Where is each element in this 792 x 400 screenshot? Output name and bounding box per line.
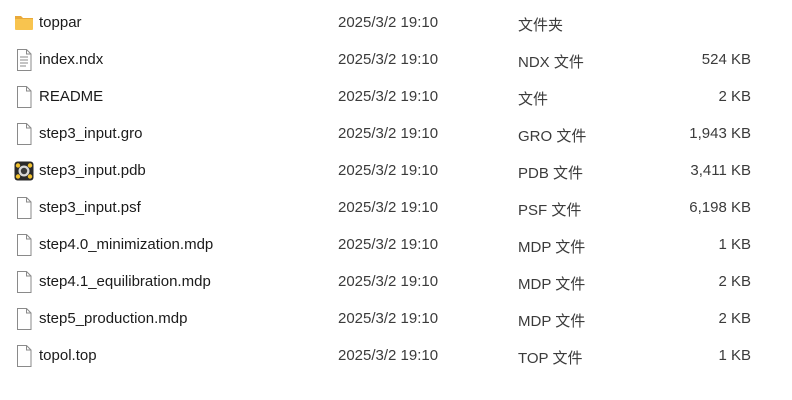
file-row[interactable]: step3_input.psf 2025/3/2 19:10 PSF 文件 6,198… (0, 190, 792, 227)
text-file-icon (14, 48, 34, 72)
file-type: MDP 文件 (518, 276, 586, 293)
file-list: toppar 2025/3/2 19:10 文件夹 index.ndx 2025/3/2… (0, 0, 792, 400)
file-modified-date: 2025/3/2 19:10 (338, 51, 439, 68)
file-name: step3_input.gro (39, 125, 143, 142)
file-name: step5_production.mdp (39, 310, 188, 327)
file-modified-date: 2025/3/2 19:10 (338, 162, 439, 179)
folder-icon (14, 11, 34, 35)
file-type: MDP 文件 (518, 239, 586, 256)
file-name: topol.top (39, 347, 97, 364)
file-name: index.ndx (39, 51, 104, 68)
file-size: 2 KB (718, 88, 751, 105)
file-modified-date: 2025/3/2 19:10 (338, 14, 439, 31)
file-size: 1 KB (718, 347, 751, 364)
file-type: PSF 文件 (518, 202, 582, 219)
file-modified-date: 2025/3/2 19:10 (338, 88, 439, 105)
file-modified-date: 2025/3/2 19:10 (338, 125, 439, 142)
file-name: step3_input.pdb (39, 162, 146, 179)
file-icon (14, 307, 34, 331)
file-modified-date: 2025/3/2 19:10 (338, 199, 439, 216)
file-type: TOP 文件 (518, 350, 583, 367)
file-size: 1,943 KB (689, 125, 751, 142)
file-row[interactable]: step5_production.mdp 2025/3/2 19:10 MDP 文件… (0, 301, 792, 338)
file-type: 文件夹 (518, 17, 564, 34)
file-modified-date: 2025/3/2 19:10 (338, 236, 439, 253)
file-size: 524 KB (701, 51, 751, 68)
file-name: toppar (39, 14, 82, 31)
file-type: GRO 文件 (518, 128, 587, 145)
file-row[interactable]: toppar 2025/3/2 19:10 文件夹 (0, 5, 792, 42)
file-row[interactable]: README 2025/3/2 19:10 文件 2 KB (0, 79, 792, 116)
file-type: NDX 文件 (518, 54, 584, 71)
file-icon (14, 196, 34, 220)
file-modified-date: 2025/3/2 19:10 (338, 347, 439, 364)
file-name: step4.1_equilibration.mdp (39, 273, 211, 290)
file-name: README (39, 88, 104, 105)
file-size: 2 KB (718, 273, 751, 290)
file-type: MDP 文件 (518, 313, 586, 330)
file-type: 文件 (518, 91, 549, 108)
file-modified-date: 2025/3/2 19:10 (338, 273, 439, 290)
file-icon (14, 122, 34, 146)
file-row[interactable]: index.ndx 2025/3/2 19:10 NDX 文件 524 KB (0, 42, 792, 79)
file-size: 1 KB (718, 236, 751, 253)
file-row[interactable]: step3_input.pdb 2025/3/2 19:10 PDB 文件 3,411… (0, 153, 792, 190)
file-size: 2 KB (718, 310, 751, 327)
file-type: PDB 文件 (518, 165, 584, 182)
file-row[interactable]: topol.top 2025/3/2 19:10 TOP 文件 1 KB (0, 338, 792, 375)
file-name: step4.0_minimization.mdp (39, 236, 214, 253)
file-name: step3_input.psf (39, 199, 141, 216)
file-row[interactable]: step3_input.gro 2025/3/2 19:10 GRO 文件 1,943… (0, 116, 792, 153)
file-icon (14, 85, 34, 109)
file-size: 3,411 KB (690, 162, 751, 179)
file-size: 6,198 KB (689, 199, 751, 216)
file-row[interactable]: step4.0_minimization.mdp 2025/3/2 19:10 MD… (0, 227, 792, 264)
file-icon (14, 233, 34, 257)
file-modified-date: 2025/3/2 19:10 (338, 310, 439, 327)
file-icon (14, 344, 34, 368)
file-icon (14, 270, 34, 294)
file-row[interactable]: step4.1_equilibration.mdp 2025/3/2 19:10 M… (0, 264, 792, 301)
pdb-app-icon (14, 159, 34, 183)
